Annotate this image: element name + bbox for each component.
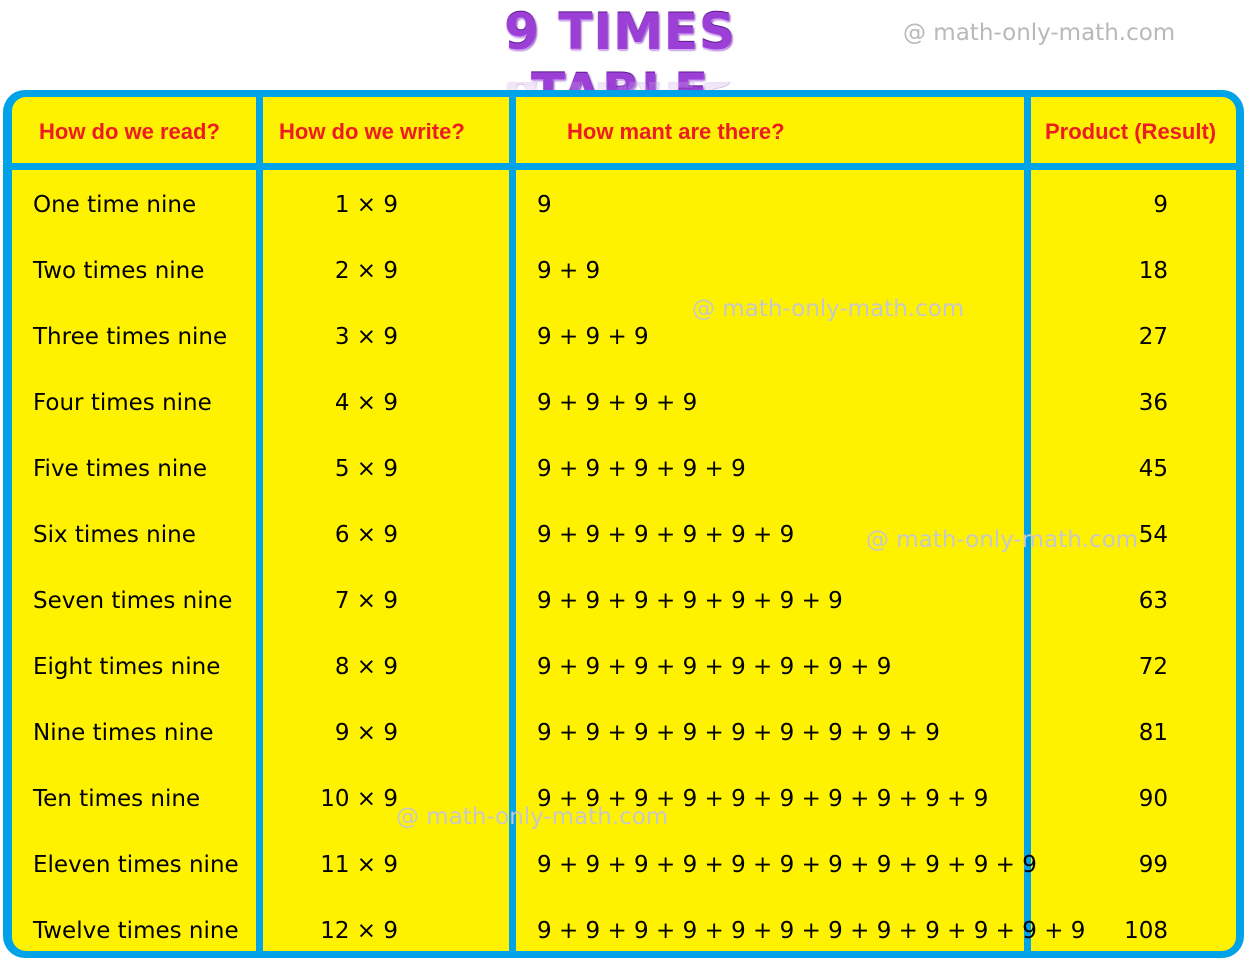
- page-title: 9 TIMES TABLE: [504, 3, 736, 121]
- cell-repeated-addition: 9 + 9 + 9 + 9 + 9 + 9 + 9 + 9 + 9: [537, 720, 940, 746]
- cell-write: 10 × 9: [320, 786, 398, 812]
- cell-product: 81: [1138, 720, 1168, 746]
- cell-read: Eight times nine: [33, 654, 221, 680]
- cell-product: 108: [1124, 918, 1168, 944]
- cell-product: 63: [1138, 588, 1168, 614]
- table-row: Five times nine 5 × 9 9 + 9 + 9 + 9 + 9 45: [12, 436, 1236, 502]
- table-row: Nine times nine 9 × 9 9 + 9 + 9 + 9 + 9 + …: [12, 700, 1236, 766]
- cell-repeated-addition: 9 + 9 + 9 + 9 + 9 + 9 + 9 + 9 + 9 + 9 + …: [537, 918, 1086, 944]
- cell-write: 9 × 9: [334, 720, 398, 746]
- cell-repeated-addition: 9: [537, 192, 552, 218]
- cell-repeated-addition: 9 + 9 + 9 + 9 + 9 + 9 + 9 + 9: [537, 654, 892, 680]
- cell-write: 12 × 9: [320, 918, 398, 944]
- cell-write: 6 × 9: [334, 522, 398, 548]
- cell-read: Twelve times nine: [33, 918, 239, 944]
- table-row: Eleven times nine 11 × 9 9 + 9 + 9 + 9 + 9…: [12, 832, 1236, 898]
- cell-write: 5 × 9: [334, 456, 398, 482]
- cell-repeated-addition: 9 + 9 + 9 + 9 + 9: [537, 456, 746, 482]
- cell-read: Four times nine: [33, 390, 212, 416]
- cell-read: Eleven times nine: [33, 852, 239, 878]
- header-divider: [12, 163, 1236, 170]
- cell-write: 11 × 9: [320, 852, 398, 878]
- table-row: Twelve times nine 12 × 9 9 + 9 + 9 + 9 + 9…: [12, 898, 1236, 951]
- cell-read: Ten times nine: [33, 786, 201, 812]
- cell-product: 99: [1138, 852, 1168, 878]
- cell-product: 9: [1153, 192, 1168, 218]
- table-row: Eight times nine 8 × 9 9 + 9 + 9 + 9 + 9 +…: [12, 634, 1236, 700]
- cell-read: Two times nine: [33, 258, 205, 284]
- cell-repeated-addition: 9 + 9 + 9: [537, 324, 649, 350]
- cell-repeated-addition: 9 + 9: [537, 258, 601, 284]
- table-row: Seven times nine 7 × 9 9 + 9 + 9 + 9 + 9 +…: [12, 568, 1236, 634]
- watermark-overlay: @ math-only-math.com: [396, 804, 669, 830]
- cell-product: 45: [1138, 456, 1168, 482]
- header-read: How do we read?: [39, 119, 220, 144]
- table-row: One time nine 1 × 9 9 9: [12, 172, 1236, 238]
- cell-read: One time nine: [33, 192, 197, 218]
- cell-repeated-addition: 9 + 9 + 9 + 9 + 9 + 9: [537, 522, 795, 548]
- cell-product: 18: [1138, 258, 1168, 284]
- header-count: How mant are there?: [567, 119, 785, 144]
- cell-write: 8 × 9: [334, 654, 398, 680]
- header-write: How do we write?: [279, 119, 465, 144]
- cell-product: 90: [1138, 786, 1168, 812]
- cell-repeated-addition: 9 + 9 + 9 + 9 + 9 + 9 + 9: [537, 588, 843, 614]
- cell-product: 36: [1138, 390, 1168, 416]
- cell-read: Nine times nine: [33, 720, 214, 746]
- header-product: Product (Result): [1045, 119, 1217, 144]
- watermark-overlay: @ math-only-math.com: [692, 296, 965, 322]
- cell-repeated-addition: 9 + 9 + 9 + 9 + 9 + 9 + 9 + 9 + 9 + 9 + …: [537, 852, 1037, 878]
- cell-read: Five times nine: [33, 456, 207, 482]
- cell-write: 7 × 9: [334, 588, 398, 614]
- table-row: Three times nine 3 × 9 9 + 9 + 9 27: [12, 304, 1236, 370]
- cell-write: 4 × 9: [334, 390, 398, 416]
- cell-read: Three times nine: [33, 324, 228, 350]
- cell-write: 3 × 9: [334, 324, 398, 350]
- cell-read: Six times nine: [33, 522, 196, 548]
- cell-write: 2 × 9: [334, 258, 398, 284]
- watermark-top: @ math-only-math.com: [903, 20, 1176, 46]
- table-row: Four times nine 4 × 9 9 + 9 + 9 + 9 36: [12, 370, 1236, 436]
- watermark-overlay: @ math-only-math.com: [866, 527, 1139, 553]
- cell-product: 27: [1138, 324, 1168, 350]
- cell-product: 72: [1138, 654, 1168, 680]
- cell-repeated-addition: 9 + 9 + 9 + 9: [537, 390, 698, 416]
- cell-read: Seven times nine: [33, 588, 233, 614]
- table-row: Two times nine 2 × 9 9 + 9 18: [12, 238, 1236, 304]
- cell-write: 1 × 9: [334, 192, 398, 218]
